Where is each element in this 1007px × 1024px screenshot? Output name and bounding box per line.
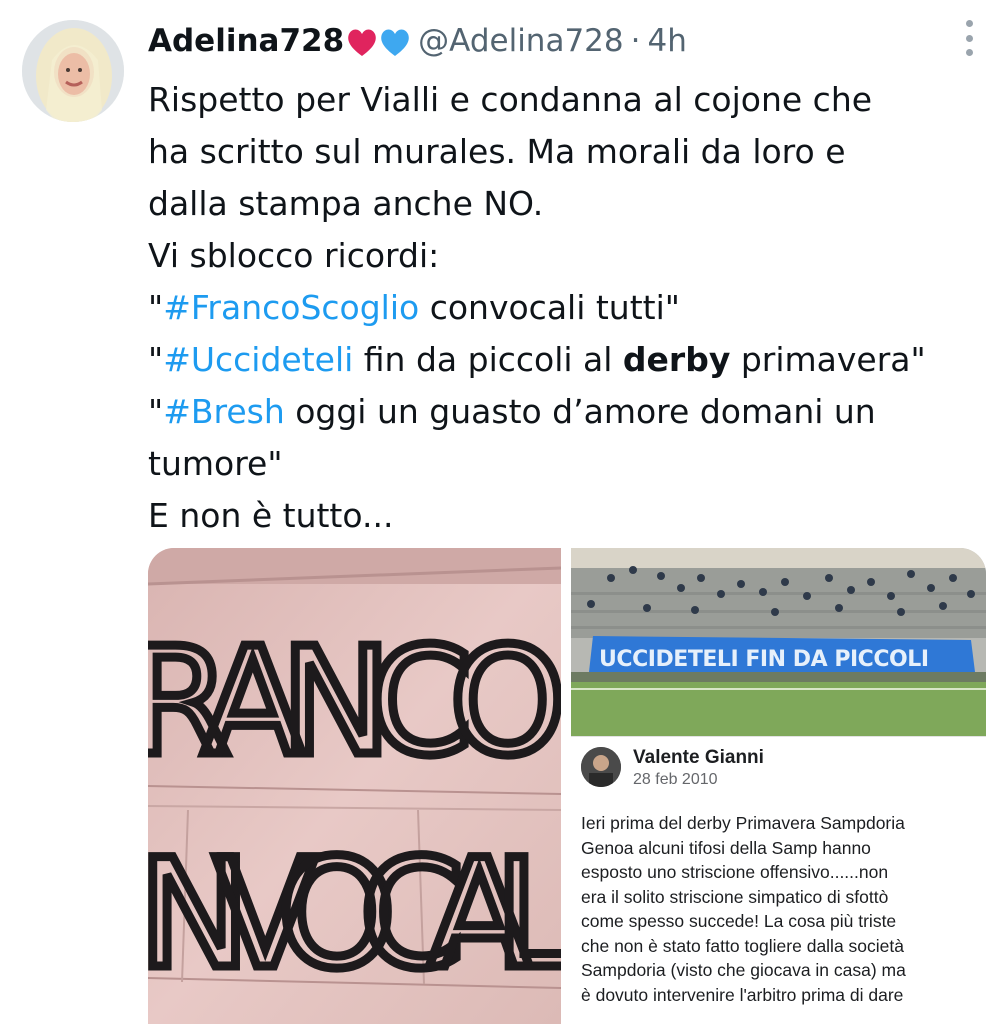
tweet-line: ha scritto sul murales. Ma morali da lor… <box>148 126 988 178</box>
post-date: 28 feb 2010 <box>633 771 718 788</box>
media-grid: RANCO NVOCAL UCCIDETELI FIN DA PICCOLI V… <box>148 548 986 1024</box>
tweet-line: "#Uccideteli fin da piccoli al derby pri… <box>148 334 988 386</box>
blue-heart-icon <box>381 29 409 56</box>
post-line: Genoa alcuni tifosi della Samp hanno <box>581 837 871 858</box>
post-line: Ieri prima del derby Primavera Sampdoria <box>581 813 905 833</box>
tweet-line: tumore" <box>148 438 988 490</box>
banner-text: UCCIDETELI FIN DA PICCOLI <box>599 647 929 672</box>
tweet-line: Vi sblocco ricordi: <box>148 230 988 282</box>
tweet-line: E non è tutto... <box>148 490 988 542</box>
text-segment: tumore" <box>148 444 283 483</box>
bold-text: derby <box>622 340 731 379</box>
text-segment: " <box>148 288 164 327</box>
red-heart-icon <box>348 29 376 56</box>
graffiti-text-top: RANCO <box>148 616 561 788</box>
graffiti-text-bottom: NVOCAL <box>148 828 561 1002</box>
tweet-line: Rispetto per Vialli e condanna al cojone… <box>148 74 988 126</box>
media-image-graffiti[interactable]: RANCO NVOCAL <box>148 548 561 1024</box>
tweet-line: "#Bresh oggi un guasto d’amore domani un <box>148 386 988 438</box>
post-line: è dovuto intervenire l'arbitro prima di … <box>581 984 904 1005</box>
text-segment: ha scritto sul murales. Ma morali da lor… <box>148 132 846 171</box>
text-segment: E non è tutto... <box>148 496 394 535</box>
post-line: era il solito striscione simpatico di sf… <box>581 886 889 907</box>
text-segment: primavera" <box>730 340 926 379</box>
facebook-post-card: Valente Gianni 28 feb 2010 Ieri prima de… <box>571 736 986 1024</box>
hashtag-link[interactable]: #FrancoScoglio <box>163 288 419 327</box>
more-options-icon[interactable] <box>961 20 977 56</box>
hashtag-link[interactable]: #Bresh <box>163 392 285 431</box>
text-segment: oggi un guasto d’amore domani un <box>284 392 876 431</box>
tweet-header: Adelina728 @Adelina728 · 4h <box>148 16 687 66</box>
post-author-avatar <box>581 747 621 787</box>
handle[interactable]: @Adelina728 <box>418 23 623 59</box>
hashtag-link[interactable]: #Uccideteli <box>163 340 353 379</box>
text-segment: Vi sblocco ricordi: <box>148 236 440 275</box>
avatar-photo <box>22 20 124 122</box>
name-emojis <box>346 23 412 59</box>
text-segment: " <box>148 340 164 379</box>
timestamp[interactable]: 4h <box>647 23 686 59</box>
tweet-line: dalla stampa anche NO. <box>148 178 988 230</box>
display-name[interactable]: Adelina728 <box>148 23 344 59</box>
post-line: come spesso succede! La cosa più triste <box>581 911 897 931</box>
post-line: Sampdoria (visto che giocava in casa) ma <box>581 960 906 980</box>
text-segment: fin da piccoli al <box>353 340 623 379</box>
tweet-text: Rispetto per Vialli e condanna al cojone… <box>148 74 988 542</box>
separator-dot: · <box>630 23 641 59</box>
media-image-stadium[interactable]: UCCIDETELI FIN DA PICCOLI Valente Gianni… <box>571 548 986 1024</box>
post-author: Valente Gianni <box>633 747 764 768</box>
avatar[interactable] <box>22 20 124 122</box>
heart-icons <box>348 29 409 56</box>
text-segment: Rispetto per Vialli e condanna al cojone… <box>148 80 873 119</box>
tweet-line: "#FrancoScoglio convocali tutti" <box>148 282 988 334</box>
post-line: che non è stato fatto togliere dalla soc… <box>581 935 904 956</box>
text-segment: convocali tutti" <box>419 288 680 327</box>
post-line: esposto uno striscione offensivo......no… <box>581 862 889 882</box>
text-segment: " <box>148 392 164 431</box>
post-body: Ieri prima del derby Primavera Sampdoria… <box>581 811 981 1007</box>
text-segment: dalla stampa anche NO. <box>148 184 544 223</box>
